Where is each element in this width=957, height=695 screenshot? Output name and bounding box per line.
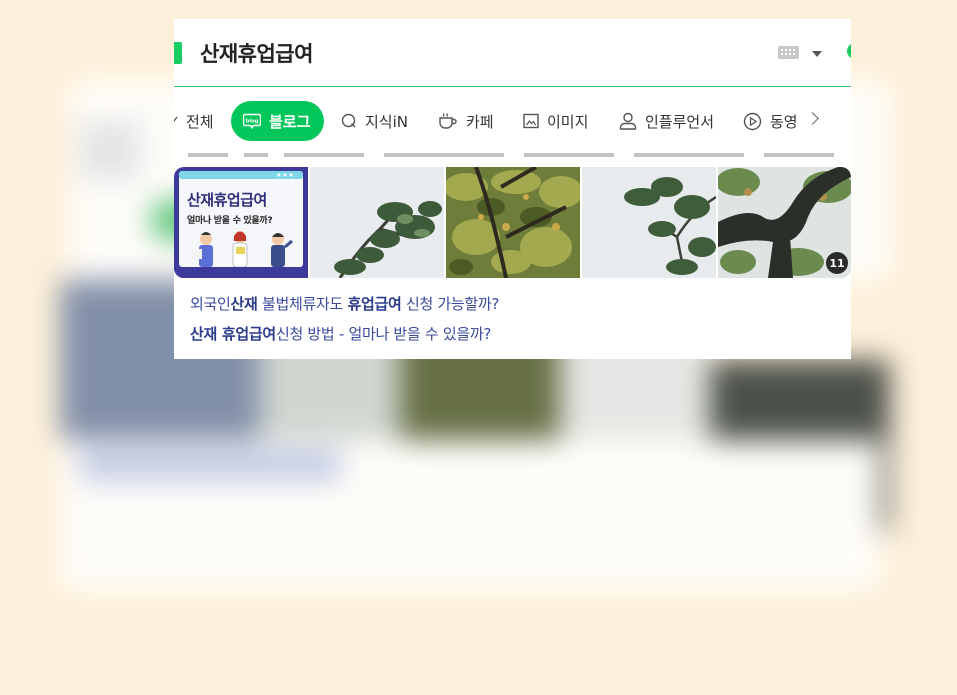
- image-icon: [523, 113, 539, 129]
- result-1-highlight-a: 산재: [230, 295, 258, 313]
- search-input[interactable]: 산재휴업급여: [200, 38, 313, 68]
- result-1-highlight-b: 휴업급여: [347, 295, 402, 313]
- dropdown-caret-icon[interactable]: [812, 51, 822, 57]
- svg-text:blog: blog: [246, 118, 259, 124]
- thumbnail-title: 산재휴업급여: [187, 191, 267, 209]
- person-icon: [619, 112, 637, 130]
- thumbnail-tree-sky-1[interactable]: [310, 167, 444, 278]
- tab-all[interactable]: 전체: [174, 101, 214, 141]
- result-1-text-c: 신청 가능할까?: [401, 295, 500, 313]
- image-gallery[interactable]: 산재휴업급여 얼마나 받을 수 있을까? 11: [174, 167, 851, 278]
- clipped-text-strip: [174, 151, 851, 157]
- thumbnail-tree-sky-2[interactable]: [582, 167, 716, 278]
- tab-kin[interactable]: 지식iN: [341, 101, 408, 141]
- result-link-1[interactable]: 외국인산재 불법체류자도 휴업급여 신청 가능할까?: [190, 289, 840, 319]
- tab-blog[interactable]: blog 블로그: [231, 101, 325, 141]
- tab-influencer-label: 인플루언서: [645, 112, 715, 131]
- tab-all-label: 전체: [186, 112, 214, 131]
- blog-icon: blog: [243, 113, 261, 129]
- tab-video[interactable]: 동영: [743, 101, 798, 141]
- result-link-2[interactable]: 산재 휴업급여신청 방법 - 얼마나 받을 수 있을까?: [190, 319, 840, 349]
- tab-kin-label: 지식iN: [365, 112, 408, 131]
- cup-icon: [438, 112, 458, 130]
- image-count-badge: 11: [826, 252, 848, 274]
- thumbnail-tree-trunk[interactable]: 11: [718, 167, 851, 278]
- play-icon: [743, 112, 762, 131]
- result-1-text-b: 불법체류자도: [257, 295, 348, 313]
- tab-influencer[interactable]: 인플루언서: [619, 101, 714, 141]
- keyboard-icon[interactable]: [778, 46, 799, 59]
- result-1-text-a: 외국인: [190, 295, 231, 313]
- search-accent-bar: [174, 42, 182, 64]
- search-result-card: 산재휴업급여 전체 blog 블로그 지식iN 카페 이미지 인플루언서 동영 …: [174, 19, 851, 359]
- q-icon: [341, 113, 357, 129]
- search-bar[interactable]: 산재휴업급여: [174, 19, 851, 87]
- search-tabs: 전체 blog 블로그 지식iN 카페 이미지 인플루언서 동영: [174, 101, 851, 141]
- close-icon: [174, 115, 178, 127]
- screenshot-stage: 산재휴업급여 전체 blog 블로그 지식iN 카페 이미지 인플루언서 동영 …: [0, 0, 957, 695]
- tab-cafe[interactable]: 카페: [438, 101, 494, 141]
- result-2-text: 신청 방법 - 얼마나 받을 수 있을까?: [275, 325, 492, 343]
- search-button-icon[interactable]: [847, 43, 851, 59]
- thumbnail-illustration[interactable]: 산재휴업급여 얼마나 받을 수 있을까?: [174, 167, 308, 278]
- thumbnail-subtitle: 얼마나 받을 수 있을까?: [187, 216, 273, 226]
- tab-image-label: 이미지: [547, 112, 589, 131]
- tab-blog-label: 블로그: [269, 112, 311, 131]
- tab-cafe-label: 카페: [466, 112, 494, 131]
- result-2-highlight: 산재 휴업급여: [190, 325, 276, 343]
- tab-video-label: 동영: [770, 112, 798, 131]
- result-list: 외국인산재 불법체류자도 휴업급여 신청 가능할까? 산재 휴업급여신청 방법 …: [190, 289, 840, 349]
- thumbnail-foliage[interactable]: [446, 167, 580, 278]
- tab-image[interactable]: 이미지: [523, 101, 588, 141]
